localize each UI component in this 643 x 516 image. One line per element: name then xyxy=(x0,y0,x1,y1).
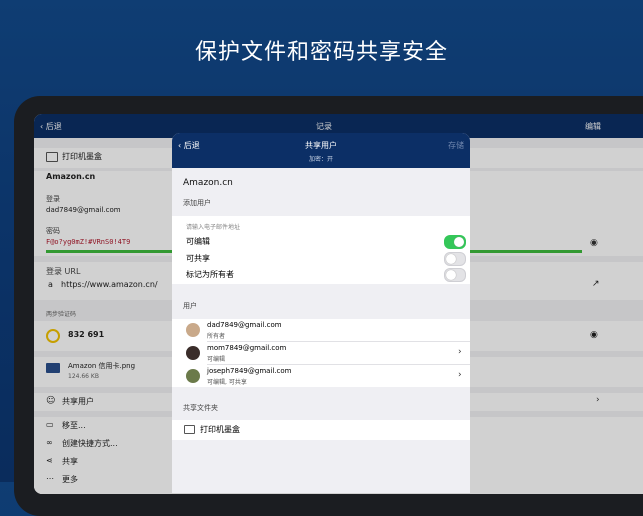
can-edit-label: 可编辑 xyxy=(186,237,210,246)
user-row[interactable]: joseph7849@gmail.com 可编辑, 可共享 › xyxy=(172,365,470,387)
chevron-right-icon: › xyxy=(458,370,462,380)
shared-folder-name: 打印机墨盒 xyxy=(200,425,240,434)
headline: 保护文件和密码共享安全 xyxy=(194,40,448,65)
user-row[interactable]: mom7849@gmail.com 可编辑 › xyxy=(172,342,470,364)
user-role: 可编辑 xyxy=(207,356,226,363)
share-users-modal: ‹ 后退 共享用户 加密：开 存储 Amazon.cn 添加用户 请输入电子邮件… xyxy=(172,133,470,493)
user-email: joseph7849@gmail.com xyxy=(207,367,292,375)
add-user-section: 请输入电子邮件地址 可编辑 可共享 标记为所有者 xyxy=(172,216,470,284)
users-heading: 用户 xyxy=(183,302,197,310)
can-edit-toggle[interactable] xyxy=(444,235,466,249)
can-share-label: 可共享 xyxy=(186,254,210,263)
email-input[interactable]: 请输入电子邮件地址 xyxy=(186,222,240,231)
modal-header: ‹ 后退 共享用户 加密：开 存储 xyxy=(172,133,470,168)
avatar xyxy=(186,323,200,337)
encryption-status: 加密：开 xyxy=(308,156,333,163)
avatar xyxy=(186,346,200,360)
user-role: 所有者 xyxy=(207,333,226,340)
can-share-toggle[interactable] xyxy=(444,252,466,266)
mark-owner-label: 标记为所有者 xyxy=(186,270,234,279)
shared-folder-icon xyxy=(184,425,195,434)
add-user-heading: 添加用户 xyxy=(183,199,211,207)
modal-record-title: Amazon.cn xyxy=(183,178,233,188)
chevron-right-icon: › xyxy=(458,347,462,357)
users-list: dad7849@gmail.com 所有者 mom7849@gmail.com … xyxy=(172,319,470,387)
avatar xyxy=(186,369,200,383)
modal-title: 共享用户 xyxy=(305,141,337,150)
user-role: 可编辑, 可共享 xyxy=(207,379,247,386)
user-row[interactable]: dad7849@gmail.com 所有者 xyxy=(172,319,470,341)
mark-owner-toggle[interactable] xyxy=(444,268,466,282)
shared-folder-heading: 共享文件夹 xyxy=(183,404,218,412)
shared-folder-row[interactable]: 打印机墨盒 xyxy=(172,420,470,440)
user-email: mom7849@gmail.com xyxy=(207,344,287,352)
save-button[interactable]: 存储 xyxy=(448,140,464,151)
user-email: dad7849@gmail.com xyxy=(207,321,282,329)
